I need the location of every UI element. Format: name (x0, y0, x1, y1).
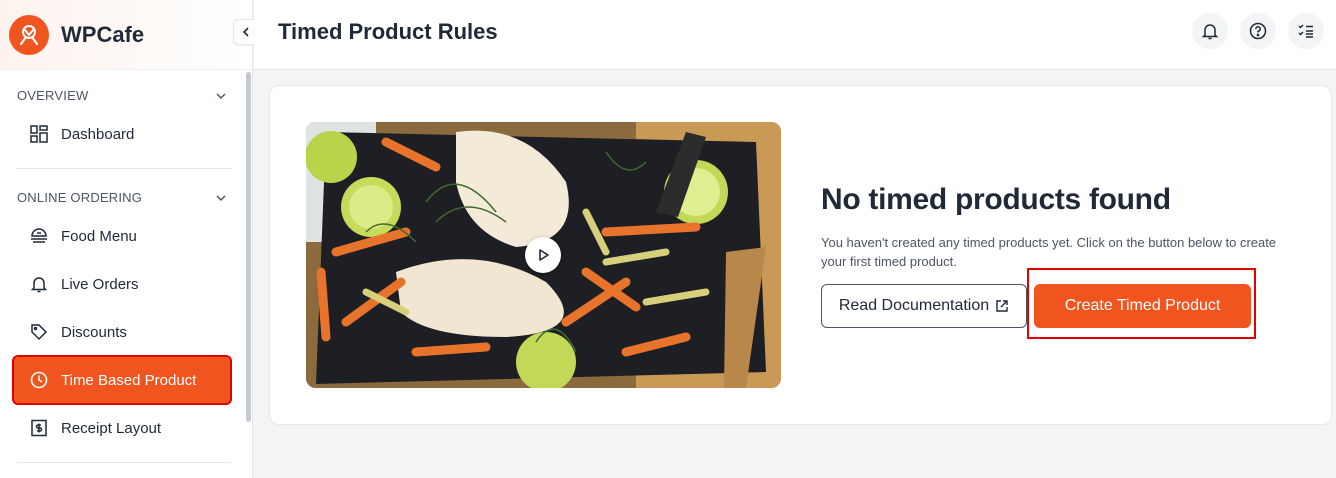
section-online-ordering[interactable]: ONLINE ORDERING (17, 190, 227, 205)
chevron-left-icon (242, 27, 249, 37)
food-menu-icon (30, 227, 48, 245)
empty-state-description: You haven't created any timed products y… (821, 235, 1277, 269)
read-documentation-label: Read Documentation (838, 297, 990, 314)
sidebar-scrollbar[interactable] (246, 72, 251, 422)
checklist-icon (1298, 24, 1313, 38)
play-icon (539, 249, 549, 261)
sidebar-item-time-based-product[interactable]: Time Based Product (12, 355, 232, 405)
external-link-icon (995, 299, 1009, 313)
play-button[interactable] (525, 237, 561, 273)
chevron-down-icon (216, 92, 226, 99)
chevron-down-icon (216, 194, 226, 201)
page-title: Timed Product Rules (278, 19, 498, 44)
notification-bell-icon (1201, 24, 1219, 40)
tag-icon (30, 323, 48, 341)
section-overview[interactable]: OVERVIEW (17, 88, 227, 103)
sidebar-item-live-orders[interactable]: Live Orders (14, 261, 230, 307)
food-video-thumbnail[interactable] (306, 122, 781, 388)
sidebar-item-label: Receipt Layout (61, 419, 162, 437)
sidebar-item-receipt-layout[interactable]: Receipt Layout (14, 405, 230, 451)
sidebar-item-label: Dashboard (61, 125, 135, 143)
section-overview-title: OVERVIEW (17, 88, 89, 103)
sidebar-item-discounts[interactable]: Discounts (14, 309, 230, 355)
section-online-ordering-title: ONLINE ORDERING (17, 190, 143, 205)
top-bar: Timed Product Rules (254, 0, 1336, 70)
divider (17, 168, 231, 169)
brand: WPCafe (0, 0, 252, 70)
sidebar-item-label: Discounts (61, 323, 127, 341)
dashboard-icon (30, 125, 48, 143)
clock-icon (30, 371, 48, 389)
sidebar: WPCafe OVERVIEW Dashboard ONLINE ORDERIN… (0, 0, 253, 478)
receipt-icon (30, 419, 48, 437)
help-button[interactable] (1240, 13, 1276, 49)
notification-button[interactable] (1192, 13, 1228, 49)
brand-name: WPCafe (61, 21, 145, 47)
divider (17, 462, 231, 463)
sidebar-item-label: Live Orders (61, 275, 139, 293)
read-documentation-button[interactable]: Read Documentation (821, 284, 1027, 328)
empty-state-title: No timed products found (821, 183, 1171, 216)
sidebar-item-dashboard[interactable]: Dashboard (14, 111, 230, 157)
bell-icon (30, 275, 48, 293)
sidebar-item-label: Time Based Product (61, 371, 197, 389)
help-icon (1249, 22, 1267, 40)
create-timed-product-button[interactable]: Create Timed Product (1034, 284, 1251, 328)
sidebar-item-food-menu[interactable]: Food Menu (14, 213, 230, 259)
wpcafe-logo-icon (9, 14, 49, 55)
checklist-button[interactable] (1288, 13, 1324, 49)
sidebar-item-label: Food Menu (61, 227, 137, 245)
empty-state-card: No timed products found You haven't crea… (269, 85, 1332, 425)
